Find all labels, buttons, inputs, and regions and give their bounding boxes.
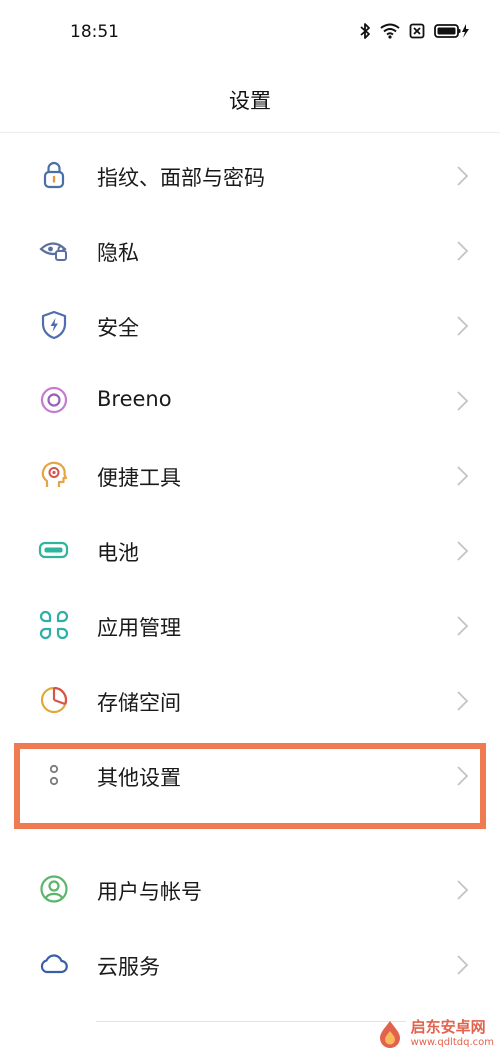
settings-item-users-accounts[interactable]: 用户与帐号 [0, 854, 500, 928]
chevron-right-icon [457, 880, 469, 900]
chevron-right-icon [457, 316, 469, 336]
app-management-icon [38, 609, 70, 641]
watermark-logo-icon [379, 1021, 400, 1048]
settings-item-breeno[interactable]: Breeno [0, 365, 500, 439]
chevron-right-icon [457, 541, 469, 561]
settings-item-app-management[interactable]: 应用管理 [0, 590, 500, 664]
chevron-right-icon [457, 241, 469, 261]
watermark: 启东安卓网 www.qdltdq.com [375, 1019, 494, 1049]
highlight-annotation-box [14, 743, 486, 829]
settings-list: 指纹、面部与密码 隐私 安全 Breeno 便捷工具 电池 应用管理 存储空间 … [0, 0, 500, 1053]
breeno-icon [38, 384, 70, 416]
settings-item-label: 隐私 [97, 241, 139, 265]
settings-item-fingerprint-face-password[interactable]: 指纹、面部与密码 [0, 140, 500, 214]
settings-item-label: 应用管理 [97, 616, 181, 640]
chevron-right-icon [457, 391, 469, 411]
settings-item-security[interactable]: 安全 [0, 290, 500, 364]
settings-item-label: Breeno [97, 387, 172, 411]
cloud-icon [38, 948, 70, 980]
settings-item-cloud-services[interactable]: 云服务 [0, 929, 500, 1003]
settings-item-label: 云服务 [97, 955, 160, 979]
settings-item-label: 存储空间 [97, 691, 181, 715]
chevron-right-icon [457, 166, 469, 186]
watermark-url: www.qdltdq.com [410, 1037, 494, 1048]
watermark-title: 启东安卓网 [410, 1018, 486, 1036]
list-divider [96, 1021, 406, 1022]
watermark-text: 启东安卓网 www.qdltdq.com [411, 1020, 494, 1048]
settings-item-privacy[interactable]: 隐私 [0, 215, 500, 289]
user-account-icon [38, 873, 70, 905]
settings-item-label: 电池 [97, 541, 139, 565]
privacy-eye-icon [38, 234, 70, 266]
lock-icon [38, 159, 70, 191]
battery-icon [38, 534, 70, 566]
settings-item-label: 用户与帐号 [97, 880, 202, 904]
settings-item-label: 便捷工具 [97, 466, 181, 490]
settings-item-label: 指纹、面部与密码 [97, 166, 265, 190]
settings-item-label: 安全 [97, 316, 139, 340]
chevron-right-icon [457, 691, 469, 711]
chevron-right-icon [457, 955, 469, 975]
settings-item-storage[interactable]: 存储空间 [0, 665, 500, 739]
storage-pie-icon [38, 684, 70, 716]
settings-item-convenience-tools[interactable]: 便捷工具 [0, 440, 500, 514]
chevron-right-icon [457, 466, 469, 486]
convenience-tools-icon [38, 459, 70, 491]
security-shield-icon [38, 309, 70, 341]
chevron-right-icon [457, 616, 469, 636]
settings-item-battery[interactable]: 电池 [0, 515, 500, 589]
